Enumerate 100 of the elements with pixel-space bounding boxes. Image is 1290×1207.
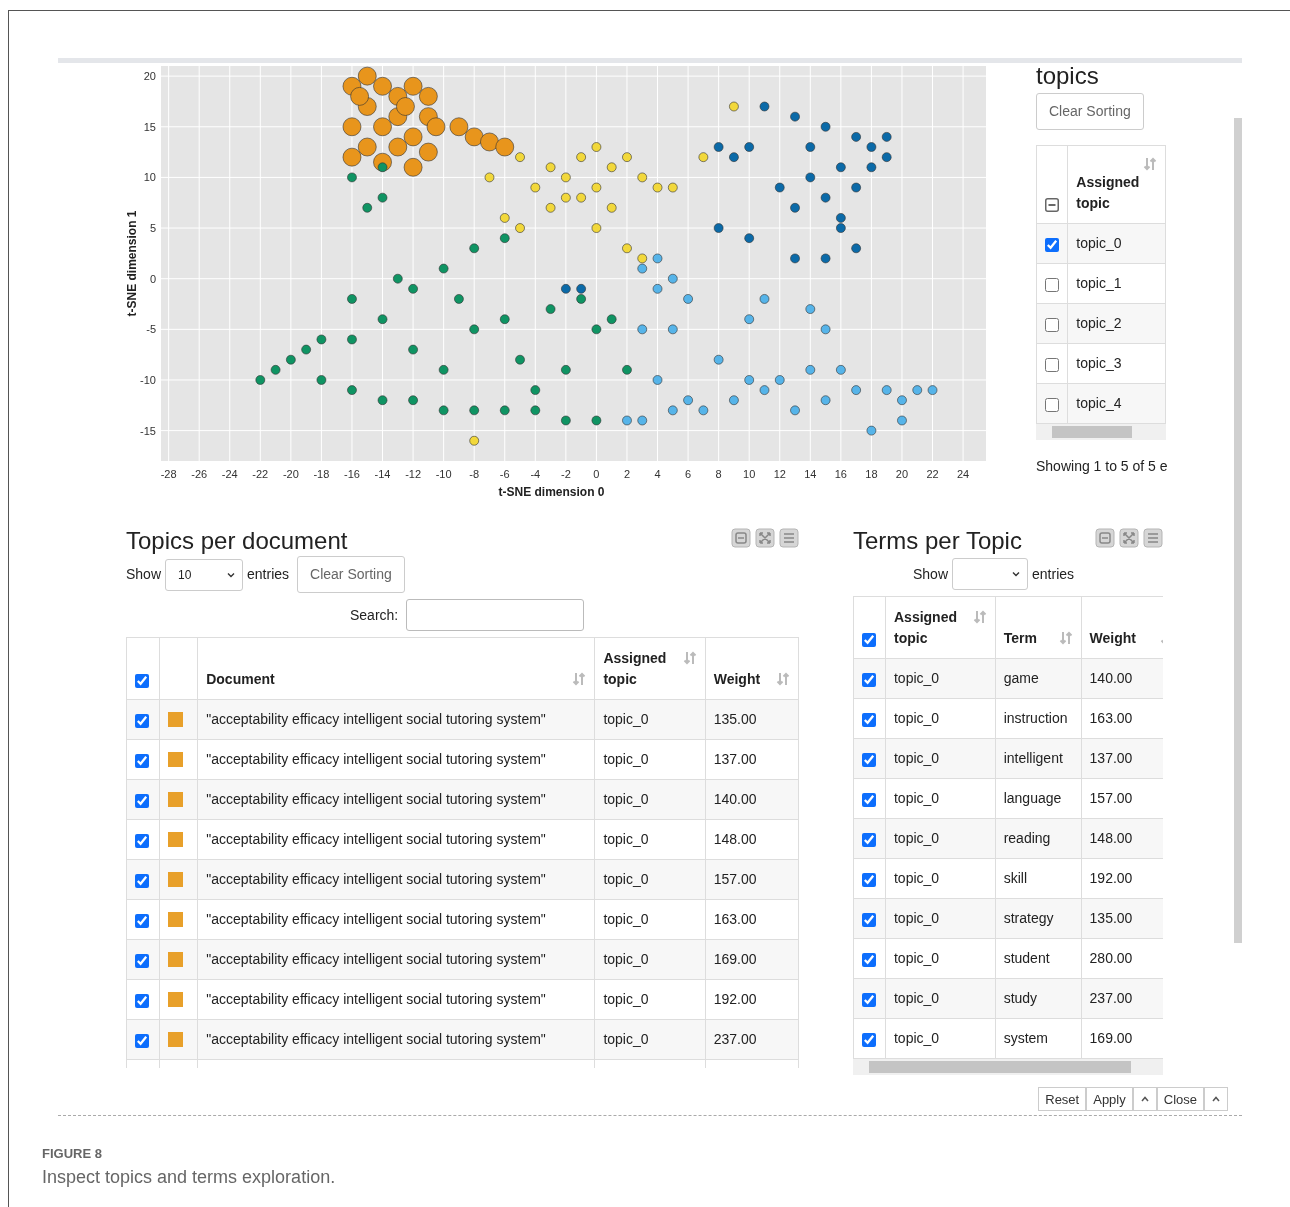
data-point	[438, 405, 449, 416]
checkbox[interactable]	[862, 952, 876, 967]
data-point	[464, 127, 484, 147]
checkbox[interactable]	[135, 793, 149, 808]
data-point	[419, 142, 438, 162]
data-point	[561, 192, 571, 203]
table-cell: 148.00	[1089, 830, 1133, 847]
data-point	[362, 203, 373, 213]
scrollbar[interactable]	[1036, 424, 1166, 441]
menu-icon[interactable]	[779, 528, 799, 548]
dialog-button[interactable]: Reset	[1038, 1087, 1087, 1112]
dialog-button[interactable]: Apply	[1086, 1087, 1133, 1112]
data-point	[881, 385, 892, 395]
column-header[interactable]: Term	[1003, 628, 1037, 650]
checkbox[interactable]	[862, 672, 876, 687]
minimize-icon[interactable]	[731, 528, 751, 548]
tick-label: -12	[405, 468, 422, 480]
checkbox[interactable]	[1045, 197, 1059, 212]
data-point	[637, 172, 648, 183]
checkbox[interactable]	[135, 753, 149, 768]
checkbox[interactable]	[135, 993, 149, 1008]
data-point	[377, 314, 388, 324]
data-point	[515, 354, 525, 365]
checkbox[interactable]	[862, 1032, 876, 1047]
data-point	[759, 294, 770, 304]
checkbox[interactable]	[862, 832, 876, 847]
clear-sorting-button[interactable]: Clear Sorting	[297, 556, 405, 594]
checkbox[interactable]	[862, 872, 876, 887]
checkbox[interactable]	[135, 873, 149, 888]
table-cell: 157.00	[713, 871, 757, 888]
data-point	[897, 415, 907, 426]
data-point	[820, 324, 831, 335]
data-point	[408, 344, 418, 355]
dropdown-toggle-button[interactable]	[1204, 1087, 1228, 1112]
tick-label: -4	[530, 468, 541, 480]
data-point	[668, 324, 678, 335]
checkbox[interactable]	[862, 992, 876, 1007]
scrollbar[interactable]	[1234, 118, 1242, 943]
checkbox[interactable]	[1045, 397, 1059, 412]
checkbox[interactable]	[1045, 317, 1059, 332]
data-point	[927, 385, 938, 395]
table-cell: topic_1	[1076, 275, 1122, 292]
checkbox[interactable]	[1045, 357, 1059, 372]
data-point	[820, 121, 831, 132]
figure-caption: Inspect topics and terms exploration.	[42, 1165, 337, 1189]
data-point	[774, 375, 785, 385]
checkbox[interactable]	[135, 833, 149, 848]
table-cell: topic_0	[894, 830, 940, 847]
data-point	[449, 117, 469, 137]
tick-label: 18	[865, 468, 878, 480]
tick-label: 10	[143, 171, 156, 184]
data-point	[652, 375, 663, 385]
checkbox[interactable]	[135, 913, 149, 928]
data-point	[836, 213, 846, 223]
scrollbar[interactable]	[853, 1059, 1163, 1076]
expand-icon[interactable]	[1119, 528, 1139, 548]
data-point	[469, 435, 479, 446]
checkbox[interactable]	[135, 1033, 149, 1048]
figure-label: FIGURE 8	[42, 1145, 103, 1163]
checkbox[interactable]	[862, 752, 876, 767]
data-point	[393, 273, 403, 284]
tick-label: -10	[435, 468, 452, 480]
dropdown-toggle-button[interactable]	[1132, 1087, 1157, 1112]
column-header[interactable]: Document	[206, 669, 275, 691]
table-cell: "acceptability efficacy intelligent social tutoring system"	[206, 751, 546, 768]
data-point	[530, 182, 541, 193]
data-point	[759, 385, 770, 395]
data-point	[805, 172, 816, 183]
data-point	[637, 263, 648, 274]
menu-icon[interactable]	[1143, 528, 1163, 548]
data-point	[396, 97, 415, 116]
checkbox[interactable]	[135, 953, 149, 968]
expand-icon[interactable]	[755, 528, 775, 548]
checkbox[interactable]	[135, 673, 149, 688]
data-point	[347, 172, 357, 183]
data-point	[530, 405, 541, 416]
checkbox[interactable]	[862, 912, 876, 927]
checkbox[interactable]	[862, 712, 876, 727]
checkbox[interactable]	[1045, 277, 1059, 292]
data-point	[576, 192, 586, 203]
label: entries	[247, 565, 290, 585]
column-header[interactable]: Weight	[713, 669, 761, 691]
table-cell: topic_2	[1076, 315, 1122, 332]
table-cell: 280.00	[1089, 950, 1133, 967]
minimize-icon[interactable]	[1095, 528, 1115, 548]
tick-label: 10	[743, 468, 756, 480]
dialog-button[interactable]: Close	[1156, 1087, 1204, 1112]
page-length-select[interactable]: 10	[165, 558, 244, 591]
data-point	[713, 354, 724, 365]
table-cell: system	[1003, 1030, 1048, 1047]
checkbox[interactable]	[135, 713, 149, 728]
clear-sorting-button[interactable]: Clear Sorting	[1036, 93, 1144, 131]
tick-label: 15	[143, 120, 156, 133]
data-point	[805, 304, 816, 314]
tick-label: 6	[685, 468, 692, 480]
search-field[interactable]	[406, 599, 585, 632]
tick-label: -10	[140, 373, 156, 386]
checkbox[interactable]	[1045, 237, 1059, 252]
checkbox[interactable]	[862, 792, 876, 807]
checkbox[interactable]	[862, 632, 876, 647]
